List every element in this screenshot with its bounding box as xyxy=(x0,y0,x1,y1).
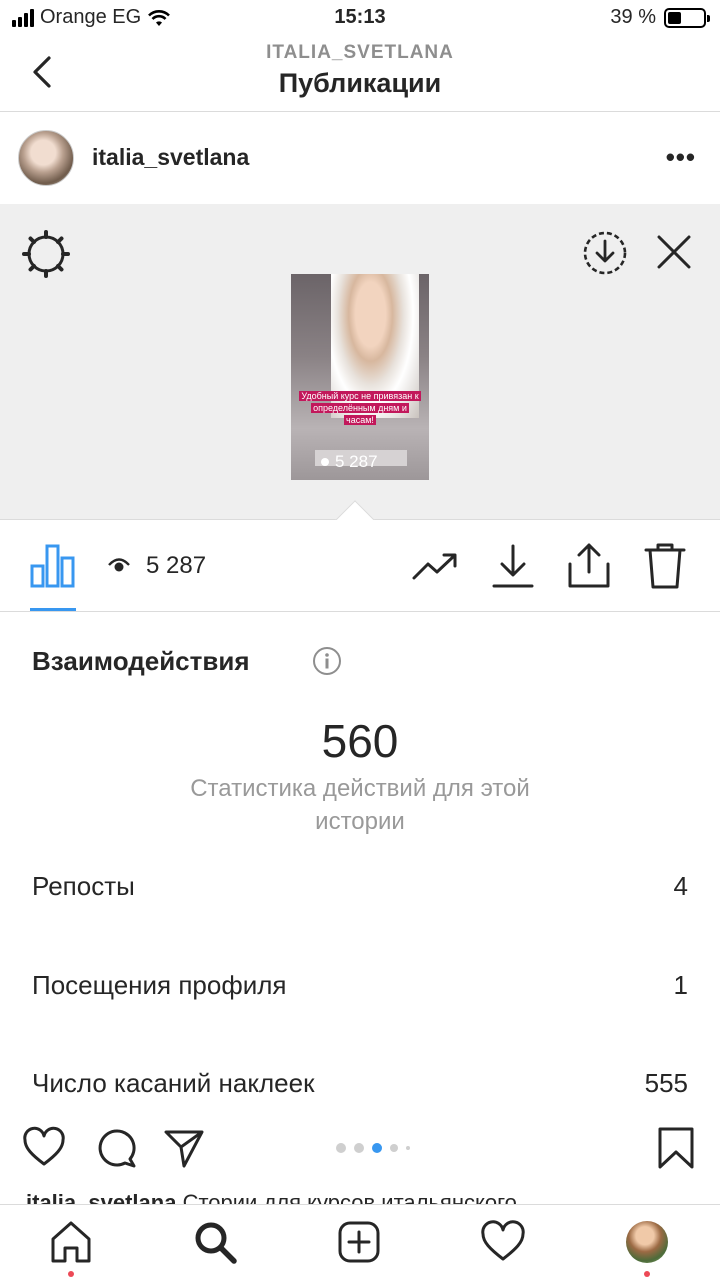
stat-row: Посещения профиля 1 xyxy=(32,965,688,1005)
story-preview-area: Удобный курс не привязан к определённым … xyxy=(0,204,720,520)
stat-label: Репосты xyxy=(32,870,135,901)
activity-heart-icon[interactable] xyxy=(480,1219,526,1265)
active-tab-indicator xyxy=(30,608,76,611)
stat-value: 1 xyxy=(673,969,688,1000)
stat-row: Число касаний наклеек 555 xyxy=(32,1063,688,1103)
settings-gear-icon[interactable] xyxy=(20,228,72,280)
post-actions xyxy=(0,1112,720,1182)
home-icon[interactable] xyxy=(48,1219,94,1265)
avatar[interactable] xyxy=(18,130,74,186)
search-icon[interactable] xyxy=(192,1219,238,1265)
battery-icon xyxy=(664,7,710,28)
story-views-overlay: 5 287 xyxy=(321,452,378,472)
bookmark-icon[interactable] xyxy=(654,1126,698,1170)
post-username[interactable]: italia_svetlana xyxy=(92,144,249,171)
eye-icon xyxy=(108,558,130,572)
send-icon[interactable] xyxy=(162,1126,206,1170)
save-story-icon[interactable] xyxy=(580,228,630,278)
carousel-dots xyxy=(336,1143,410,1153)
trending-up-icon[interactable] xyxy=(410,542,460,590)
notification-dot xyxy=(644,1271,650,1277)
post-header: italia_svetlana ••• xyxy=(0,112,720,204)
stat-value: 555 xyxy=(644,1067,688,1098)
stat-label: Посещения профиля xyxy=(32,969,287,1000)
carousel-dot xyxy=(354,1143,364,1153)
caption-username[interactable]: italia_svetlana xyxy=(26,1190,176,1204)
profile-avatar[interactable] xyxy=(626,1221,668,1263)
carousel-dot xyxy=(406,1146,410,1150)
story-thumbnail[interactable]: Удобный курс не привязан к определённым … xyxy=(291,274,429,480)
interactions-heading: Взаимодействия xyxy=(32,646,250,676)
download-icon[interactable] xyxy=(488,542,538,590)
comment-icon[interactable] xyxy=(94,1126,138,1170)
status-bar: Orange EG 15:13 39 % xyxy=(0,0,720,38)
stat-value: 4 xyxy=(673,870,688,901)
carousel-dot-active xyxy=(372,1143,382,1153)
stat-row: Репосты 4 xyxy=(32,866,688,906)
like-heart-icon[interactable] xyxy=(22,1126,66,1170)
close-icon[interactable] xyxy=(652,230,696,274)
battery-percent: 39 % xyxy=(610,6,656,28)
share-icon[interactable] xyxy=(564,542,614,590)
trash-icon[interactable] xyxy=(640,542,690,590)
views-count: 5 287 xyxy=(146,552,207,579)
insights-chart-icon[interactable] xyxy=(28,540,78,590)
carousel-dot xyxy=(390,1144,398,1152)
nav-header: ITALIA_SVETLANA Публикации xyxy=(0,38,720,112)
dot-icon xyxy=(321,458,329,466)
story-toolbar: 5 287 xyxy=(0,520,720,612)
post-caption: italia_svetlana Стории для курсов италья… xyxy=(26,1186,716,1204)
info-icon[interactable] xyxy=(312,646,342,676)
interactions-total: 560 xyxy=(321,715,399,767)
notification-dot xyxy=(68,1271,74,1277)
new-post-icon[interactable] xyxy=(336,1219,382,1265)
battery-status: 39 % xyxy=(610,6,710,29)
stat-label: Число касаний наклеек xyxy=(32,1067,315,1098)
page-title: Публикации xyxy=(278,68,442,98)
carousel-dot xyxy=(336,1143,346,1153)
more-options-icon[interactable]: ••• xyxy=(666,142,696,173)
nav-subtitle: ITALIA_SVETLANA xyxy=(266,42,454,63)
interactions-caption: Статистика действий для этой истории xyxy=(190,775,530,835)
bottom-tab-bar xyxy=(0,1204,720,1280)
story-caption: Удобный курс не привязан к определённым … xyxy=(299,391,421,425)
caption-text: Стории для курсов итальянского xyxy=(182,1190,517,1204)
